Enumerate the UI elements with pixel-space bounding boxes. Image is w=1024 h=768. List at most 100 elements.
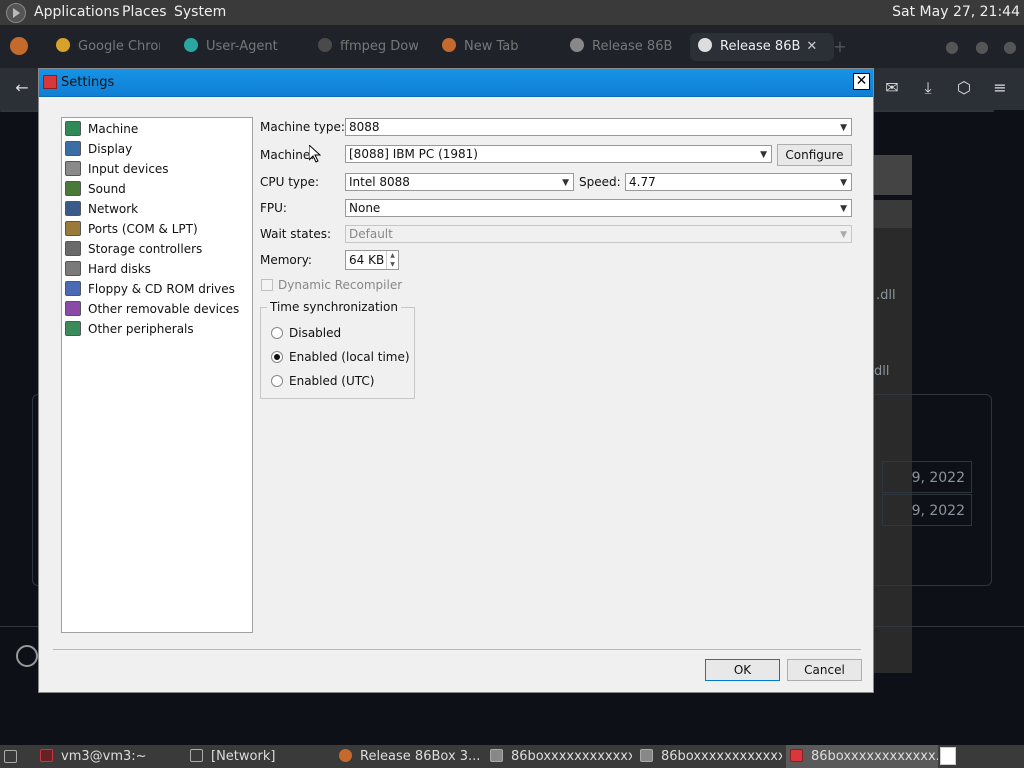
taskbar: vm3@vm3:~ [Network] Release 86Box 3.... … — [0, 745, 1024, 768]
category-ports[interactable]: Ports (COM & LPT) — [65, 220, 249, 238]
category-machine[interactable]: Machine — [65, 120, 249, 138]
gh-dropdown-header — [874, 155, 912, 195]
firefox-icon — [339, 749, 352, 762]
chevron-down-icon: ▼ — [840, 230, 847, 240]
cpu-type-select[interactable]: Intel 8088 ▼ — [345, 173, 574, 191]
taskbar-item-terminal[interactable]: vm3@vm3:~ — [40, 745, 180, 768]
browser-tab-bar: Google Chrom User-Agent ffmpeg Downl New… — [0, 25, 1024, 68]
speed-select[interactable]: 4.77 ▼ — [625, 173, 852, 191]
dialog-title: Settings — [61, 75, 115, 90]
taskbar-item-network[interactable]: [Network] — [190, 745, 326, 768]
dialog-title-bar[interactable]: Settings ✕ — [39, 69, 873, 97]
storage-controllers-icon — [65, 241, 81, 256]
panel-clock[interactable]: Sat May 27, 21:44 — [892, 4, 1020, 20]
machine-select[interactable]: [8088] IBM PC (1981) ▼ — [345, 145, 772, 163]
show-desktop-icon[interactable] — [4, 745, 22, 768]
category-sound[interactable]: Sound — [65, 180, 249, 198]
wait-states-select: Default ▼ — [345, 225, 852, 243]
window-maximize-icon[interactable]: ● — [972, 37, 992, 57]
tab-chrome[interactable]: Google Chrom — [56, 33, 160, 61]
settings-dialog: Settings ✕ Machine Display Input devices… — [38, 68, 874, 693]
chevron-down-icon: ▼ — [562, 178, 569, 188]
dynamic-recompiler-checkbox — [261, 279, 273, 291]
github-icon — [570, 38, 584, 52]
chevron-down-icon: ▼ — [760, 150, 767, 160]
workspace-switcher-icon[interactable] — [940, 747, 956, 765]
window-icon — [190, 749, 203, 762]
category-other-peripherals[interactable]: Other peripherals — [65, 320, 249, 338]
configure-button[interactable]: Configure — [777, 144, 852, 166]
dialog-close-button[interactable]: ✕ — [853, 73, 870, 90]
category-list: Machine Display Input devices Sound Netw… — [61, 117, 253, 633]
cpu-type-label: CPU type: — [260, 175, 320, 189]
time-sync-utc-radio[interactable] — [271, 375, 283, 387]
ports-icon — [65, 221, 81, 236]
time-sync-local-label[interactable]: Enabled (local time) — [289, 350, 410, 364]
menu-icon[interactable]: ≡ — [990, 78, 1010, 98]
folder-icon — [490, 749, 503, 762]
chevron-down-icon: ▼ — [840, 178, 847, 188]
new-tab-icon[interactable]: + — [830, 37, 850, 57]
fpu-select[interactable]: None ▼ — [345, 199, 852, 217]
tab-ffmpeg[interactable]: ffmpeg Downl — [318, 33, 418, 61]
firefox-icon[interactable] — [10, 37, 28, 55]
taskbar-item-folder-2[interactable]: 86boxxxxxxxxxxxxxx — [640, 745, 782, 768]
tab-close-icon[interactable]: ✕ — [806, 39, 817, 54]
gh-asset-dll-1[interactable]: .dll — [876, 288, 896, 303]
menu-applications[interactable]: Applications — [34, 4, 120, 20]
removable-devices-icon — [65, 301, 81, 316]
memory-spinbox[interactable]: 64 KB ▲ ▼ — [345, 250, 399, 270]
window-minimize-icon[interactable]: ● — [942, 37, 962, 57]
tab-release-86box-1[interactable]: Release 86B — [570, 33, 674, 61]
dynamic-recompiler-label: Dynamic Recompiler — [278, 278, 403, 292]
back-icon[interactable]: ← — [12, 78, 32, 98]
category-input-devices[interactable]: Input devices — [65, 160, 249, 178]
machine-label: Machine: — [260, 148, 315, 162]
downloads-icon[interactable]: ⤓ — [918, 78, 938, 98]
mouse-cursor-icon — [308, 143, 322, 163]
peripherals-icon — [65, 321, 81, 336]
gh-date-1: 9, 2022 — [882, 461, 972, 493]
category-hard-disks[interactable]: Hard disks — [65, 260, 249, 278]
time-sync-disabled-label[interactable]: Disabled — [289, 326, 341, 340]
category-storage-controllers[interactable]: Storage controllers — [65, 240, 249, 258]
category-removable-devices[interactable]: Other removable devices — [65, 300, 249, 318]
gh-asset-dll-2[interactable]: dll — [874, 364, 889, 379]
menu-places[interactable]: Places — [122, 4, 167, 20]
category-network[interactable]: Network — [65, 200, 249, 218]
fpu-label: FPU: — [260, 201, 287, 215]
menu-system[interactable]: System — [174, 4, 226, 20]
category-display[interactable]: Display — [65, 140, 249, 158]
taskbar-item-folder-1[interactable]: 86boxxxxxxxxxxxxxx — [490, 745, 632, 768]
tab-new-tab[interactable]: New Tab — [442, 33, 542, 61]
extensions-icon[interactable]: ⬡ — [954, 78, 974, 98]
speed-label: Speed: — [579, 175, 621, 189]
taskbar-item-86box[interactable]: 86boxxxxxxxxxxxx... — [786, 745, 938, 768]
time-sync-local-radio[interactable] — [271, 351, 283, 363]
spin-arrows-icon[interactable]: ▲ ▼ — [386, 251, 398, 269]
machine-icon — [65, 121, 81, 136]
firefox-icon — [442, 38, 456, 52]
network-icon — [65, 201, 81, 216]
cancel-button[interactable]: Cancel — [787, 659, 862, 681]
tab-release-86box-2[interactable]: Release 86B ✕ — [690, 33, 834, 61]
86box-settings-icon — [43, 75, 57, 89]
time-sync-utc-label[interactable]: Enabled (UTC) — [289, 374, 374, 388]
category-floppy-cdrom[interactable]: Floppy & CD ROM drives — [65, 280, 249, 298]
chevron-down-icon: ▼ — [840, 123, 847, 133]
dialog-separator — [53, 649, 861, 650]
machine-type-label: Machine type: — [260, 120, 345, 134]
ok-button[interactable]: OK — [705, 659, 780, 681]
pocket-icon[interactable]: ✉ — [882, 78, 902, 98]
taskbar-item-firefox[interactable]: Release 86Box 3.... — [339, 745, 481, 768]
terminal-icon — [40, 749, 53, 762]
github-footer-logo-icon[interactable] — [16, 645, 38, 667]
wait-states-label: Wait states: — [260, 227, 331, 241]
time-sync-disabled-radio[interactable] — [271, 327, 283, 339]
window-close-icon[interactable]: ● — [1000, 37, 1020, 57]
memory-label: Memory: — [260, 253, 312, 267]
machine-type-select[interactable]: 8088 ▼ — [345, 118, 852, 136]
time-sync-title: Time synchronization — [267, 300, 401, 314]
applications-logo-icon[interactable] — [6, 3, 26, 23]
tab-user-agent[interactable]: User-Agent — [184, 33, 284, 61]
